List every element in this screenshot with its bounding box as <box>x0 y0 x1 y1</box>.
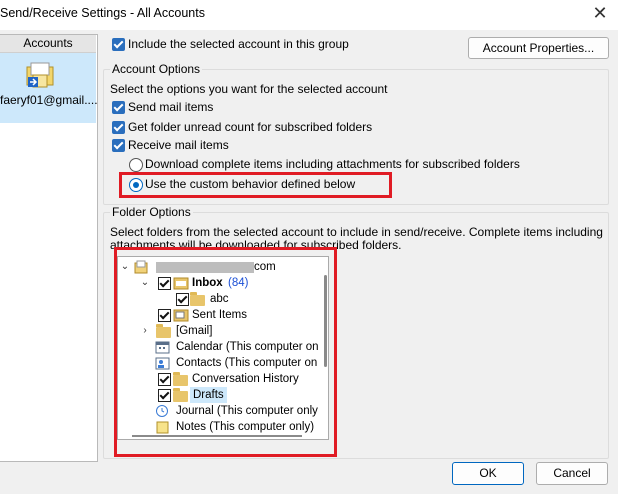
download-complete-label: Download complete items including attach… <box>145 157 520 171</box>
accounts-header: Accounts <box>0 35 96 53</box>
account-options-title: Account Options <box>110 62 203 76</box>
send-mail-label: Send mail items <box>128 100 214 114</box>
cancel-button[interactable]: Cancel <box>536 462 608 485</box>
unread-count-checkbox[interactable] <box>112 121 125 134</box>
account-options-instruction: Select the options you want for the sele… <box>110 82 388 96</box>
send-mail-checkbox[interactable] <box>112 101 125 114</box>
custom-behavior-label: Use the custom behavior defined below <box>145 177 356 191</box>
folder-options-instruction-1: Select folders from the selected account… <box>110 225 603 239</box>
account-item[interactable]: faeryf01@gmail.... <box>0 53 98 123</box>
unread-count-label: Get folder unread count for subscribed f… <box>128 120 373 134</box>
folder-options-title: Folder Options <box>110 205 193 219</box>
window-title: Send/Receive Settings - All Accounts <box>0 6 205 20</box>
account-properties-button[interactable]: Account Properties... <box>468 37 609 59</box>
include-account-checkbox[interactable] <box>112 38 125 51</box>
highlight-box-folder-tree <box>114 247 337 457</box>
account-label: faeryf01@gmail.... <box>0 93 98 107</box>
include-account-label: Include the selected account in this gro… <box>128 37 349 51</box>
custom-behavior-radio[interactable] <box>129 178 143 192</box>
download-complete-radio[interactable] <box>129 158 143 172</box>
mail-account-icon <box>26 62 54 88</box>
receive-mail-checkbox[interactable] <box>112 139 125 152</box>
close-icon[interactable]: ✕ <box>590 3 610 23</box>
ok-button[interactable]: OK <box>452 462 524 485</box>
accounts-list: Accounts faeryf01@gmail.... <box>0 34 98 462</box>
receive-mail-label: Receive mail items <box>128 138 229 152</box>
